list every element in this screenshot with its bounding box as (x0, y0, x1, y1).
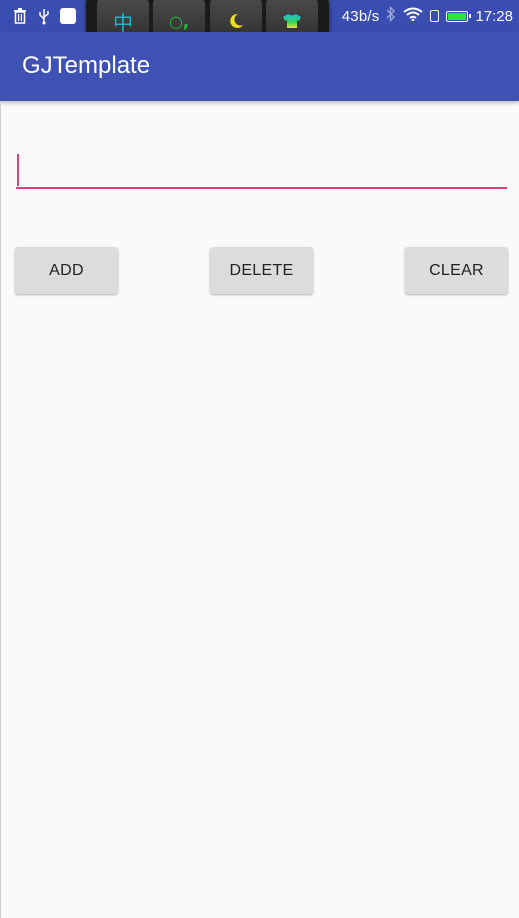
network-speed: 43b/s (341, 7, 380, 25)
delete-button[interactable]: DELETE (210, 247, 313, 294)
text-cursor (17, 154, 19, 186)
input-underline (16, 187, 507, 189)
battery-icon (446, 10, 472, 22)
wifi-icon (403, 7, 424, 25)
moon-icon (228, 13, 244, 29)
bluetooth-icon (386, 5, 396, 26)
status-right: 43b/s 17:28 (342, 5, 513, 27)
text-input[interactable] (16, 150, 507, 190)
app-title: GJTemplate (22, 52, 151, 79)
status-left-icons (12, 6, 76, 26)
clear-button[interactable]: CLEAR (405, 247, 508, 294)
sim-icon (430, 10, 440, 22)
app-bar: GJTemplate (0, 32, 519, 101)
shirt-icon (282, 13, 302, 29)
clock: 17:28 (475, 7, 513, 25)
usb-icon (36, 7, 52, 25)
trash-icon (12, 7, 28, 25)
window-edge (0, 101, 1, 918)
punctuation-glyph: ○, (168, 11, 190, 31)
battery-level (448, 12, 467, 20)
add-button[interactable]: ADD (15, 247, 118, 294)
notification-square-icon (60, 8, 76, 24)
